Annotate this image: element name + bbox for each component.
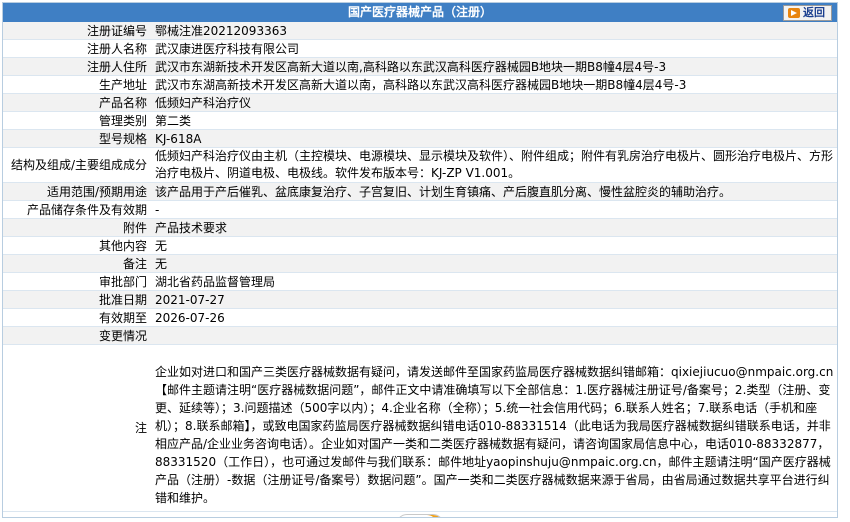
field-label: 注册人名称	[3, 39, 152, 58]
field-label: 结构及组成/主要组成成分	[3, 147, 152, 183]
field-label: 型号规格	[3, 129, 152, 148]
field-value: 鄂械注准20212093363	[152, 22, 837, 40]
field-label: 管理类别	[3, 111, 152, 130]
field-label: 备注	[3, 254, 152, 273]
row-registrant-address: 注册人住所 武汉市东湖新技术开发区高新大道以南,高科路以东武汉高科医疗器械园B地…	[3, 57, 837, 76]
row-registration-number: 注册证编号 鄂械注准20212093363	[3, 22, 837, 40]
field-value: 2021-07-27	[152, 290, 837, 309]
row-registrant-name: 注册人名称 武汉康进医疗科技有限公司	[3, 39, 837, 58]
detail-panel: 国产医疗器械产品（注册） 返回 注册证编号 鄂械注准20212093363 注册…	[2, 2, 838, 518]
field-value: 无	[152, 236, 837, 255]
row-remarks: 备注 无	[3, 254, 837, 273]
field-value: 武汉市东湖新技术开发区高新大道以南,高科路以东武汉高科医疗器械园B地块一期B8幢…	[152, 57, 837, 76]
row-change-history: 变更情况	[3, 326, 837, 345]
row-note: 注 企业如对进口和国产三类医疗器械数据有疑问，请发送邮件至国家药监局医疗器械数据…	[3, 344, 837, 512]
field-label: 注	[3, 344, 152, 512]
field-label: 变更情况	[3, 326, 152, 345]
row-approval-department: 审批部门 湖北省药品监督管理局	[3, 272, 837, 291]
back-button-bottom[interactable]: 返回	[396, 514, 444, 517]
field-label: 其他内容	[3, 236, 152, 255]
field-label: 产品储存条件及有效期	[3, 200, 152, 219]
page-title: 国产医疗器械产品（注册）	[347, 5, 492, 19]
field-label: 生产地址	[3, 75, 152, 94]
arrow-right-icon	[788, 8, 800, 18]
back-button-top[interactable]: 返回	[783, 5, 832, 21]
field-label: 批准日期	[3, 290, 152, 309]
row-other-content: 其他内容 无	[3, 236, 837, 255]
row-approval-date: 批准日期 2021-07-27	[3, 290, 837, 309]
field-value: 武汉康进医疗科技有限公司	[152, 39, 837, 58]
field-value: 武汉市东湖高新技术开发区高新大道以南，高科路以东武汉高科医疗器械园B地块一期B8…	[152, 75, 837, 94]
panel-header: 国产医疗器械产品（注册） 返回	[3, 3, 837, 22]
field-value: 湖北省药品监督管理局	[152, 272, 837, 291]
field-label: 产品名称	[3, 93, 152, 112]
row-model-spec: 型号规格 KJ-618A	[3, 129, 837, 148]
field-value: 第二类	[152, 111, 837, 130]
field-label: 适用范围/预期用途	[3, 182, 152, 201]
row-management-category: 管理类别 第二类	[3, 111, 837, 130]
back-button-label: 返回	[803, 6, 825, 19]
row-attachment: 附件 产品技术要求	[3, 218, 837, 237]
footer: 返回	[3, 512, 837, 517]
field-value: 2026-07-26	[152, 308, 837, 327]
field-value	[152, 326, 837, 345]
row-product-name: 产品名称 低频妇产科治疗仪	[3, 93, 837, 112]
note-text: 企业如对进口和国产三类医疗器械数据有疑问，请发送邮件至国家药监局医疗器械数据纠错…	[152, 344, 837, 512]
detail-table: 注册证编号 鄂械注准20212093363 注册人名称 武汉康进医疗科技有限公司…	[3, 22, 837, 512]
field-label: 审批部门	[3, 272, 152, 291]
row-structure-composition: 结构及组成/主要组成成分 低频妇产科治疗仪由主机（主控模块、电源模块、显示模块及…	[3, 147, 837, 183]
field-value: -	[152, 200, 837, 219]
field-label: 附件	[3, 218, 152, 237]
field-value: 该产品用于产后催乳、盆底康复治疗、子宫复旧、计划生育镇痛、产后腹直肌分离、慢性盆…	[152, 182, 837, 201]
row-storage-validity: 产品储存条件及有效期 -	[3, 200, 837, 219]
row-scope-of-use: 适用范围/预期用途 该产品用于产后催乳、盆底康复治疗、子宫复旧、计划生育镇痛、产…	[3, 182, 837, 201]
field-value: 低频妇产科治疗仪由主机（主控模块、电源模块、显示模块及软件）、附件组成；附件有乳…	[152, 147, 837, 183]
field-value: 低频妇产科治疗仪	[152, 93, 837, 112]
field-label: 有效期至	[3, 308, 152, 327]
field-value: 产品技术要求	[152, 218, 837, 237]
field-value: KJ-618A	[152, 129, 837, 148]
field-value: 无	[152, 254, 837, 273]
field-label: 注册人住所	[3, 57, 152, 76]
row-valid-until: 有效期至 2026-07-26	[3, 308, 837, 327]
field-label: 注册证编号	[3, 22, 152, 40]
row-production-address: 生产地址 武汉市东湖高新技术开发区高新大道以南，高科路以东武汉高科医疗器械园B地…	[3, 75, 837, 94]
